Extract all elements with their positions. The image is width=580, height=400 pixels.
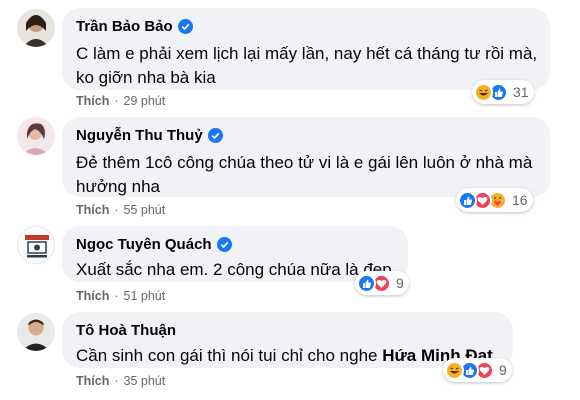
- verified-badge-icon: [216, 236, 232, 252]
- separator: ·: [114, 203, 119, 217]
- like-reaction-icon: [357, 273, 376, 293]
- commenter-name[interactable]: Nguyễn Thu Thuỷ: [76, 127, 203, 144]
- reaction-summary[interactable]: 9: [443, 358, 512, 382]
- commenter-name[interactable]: Trần Bảo Bảo: [76, 18, 173, 35]
- comment-bubble: Nguyễn Thu Thuỷ Đẻ thêm 1cô công chúa th…: [62, 117, 550, 197]
- haha-reaction-icon: [474, 82, 493, 102]
- separator: ·: [114, 289, 119, 303]
- like-button[interactable]: Thích: [76, 374, 109, 388]
- like-reaction-icon: [458, 190, 477, 210]
- timestamp[interactable]: 55 phút: [124, 203, 166, 217]
- commenter-name[interactable]: Tô Hoà Thuận: [76, 322, 176, 339]
- reaction-count: 16: [512, 192, 528, 208]
- avatar[interactable]: [17, 117, 55, 155]
- comment-actions: Thích · 35 phút: [76, 373, 165, 389]
- reaction-count: 9: [396, 275, 404, 291]
- reaction-summary[interactable]: 16: [456, 188, 533, 212]
- commenter-name[interactable]: Ngọc Tuyên Quách: [76, 236, 212, 253]
- verified-badge-icon: [207, 127, 223, 143]
- comment-actions: Thích · 29 phút: [76, 93, 165, 109]
- separator: ·: [114, 94, 119, 108]
- reaction-count: 9: [499, 362, 507, 378]
- like-button[interactable]: Thích: [76, 94, 109, 108]
- comment-bubble: Ngọc Tuyên Quách Xuất sắc nha em. 2 công…: [62, 226, 408, 282]
- haha-reaction-icon: [445, 360, 464, 380]
- comment-text: Cần sinh con gái thì nói tui chỉ cho ngh…: [76, 344, 501, 368]
- like-button[interactable]: Thích: [76, 203, 109, 217]
- comment-actions: Thích · 55 phút: [76, 202, 165, 218]
- timestamp[interactable]: 35 phút: [124, 374, 166, 388]
- separator: ·: [114, 374, 119, 388]
- avatar[interactable]: [17, 226, 55, 264]
- comment-actions: Thích · 51 phút: [76, 288, 165, 304]
- comment-bubble: Trần Bảo Bảo C làm e phải xem lịch lại m…: [62, 8, 550, 90]
- avatar[interactable]: [17, 313, 55, 351]
- timestamp[interactable]: 29 phút: [124, 94, 166, 108]
- verified-badge-icon: [177, 18, 193, 34]
- reaction-summary[interactable]: 31: [472, 80, 534, 104]
- comment-text-body: Cần sinh con gái thì nói tui chỉ cho ngh…: [76, 346, 378, 365]
- reaction-summary[interactable]: 9: [355, 271, 409, 295]
- reaction-count: 31: [513, 84, 529, 100]
- comment-bubble: Tô Hoà Thuận Cần sinh con gái thì nói tu…: [62, 312, 513, 368]
- comment-text: Xuất sắc nha em. 2 công chúa nữa là đẹp: [76, 260, 392, 279]
- avatar[interactable]: [17, 9, 55, 47]
- timestamp[interactable]: 51 phút: [124, 289, 166, 303]
- like-button[interactable]: Thích: [76, 289, 109, 303]
- comment-text: C làm e phải xem lịch lại mấy lần, nay h…: [76, 44, 538, 87]
